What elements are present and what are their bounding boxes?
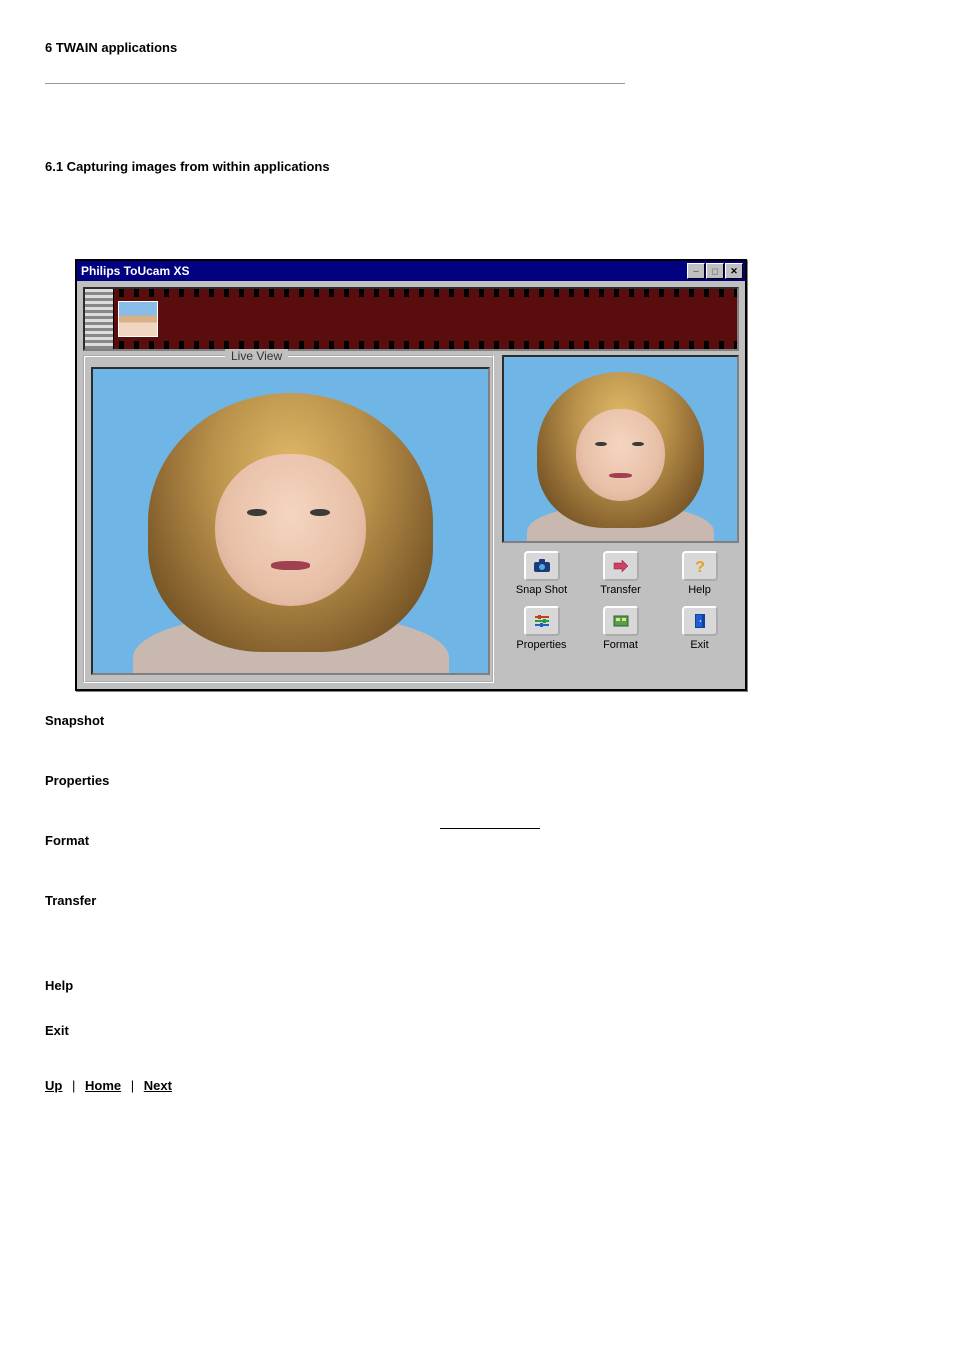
preview-image — [502, 355, 739, 543]
divider-mid — [440, 828, 540, 829]
app-window: Philips ToUcam XS Live View — [75, 259, 747, 691]
help-icon: ? — [682, 551, 718, 581]
page-title: 6 TWAIN applications — [45, 40, 909, 55]
right-panel: Snap Shot Transfer ? Help — [502, 355, 739, 683]
window-body: Live View — [77, 281, 745, 689]
sliders-icon — [524, 606, 560, 636]
divider-top — [45, 83, 625, 84]
section-exit: Exit — [45, 1023, 909, 1038]
button-grid: Snap Shot Transfer ? Help — [502, 549, 739, 653]
titlebar: Philips ToUcam XS — [77, 261, 745, 281]
transfer-label: Transfer — [600, 584, 641, 596]
help-button[interactable]: ? Help — [662, 551, 737, 596]
window-title: Philips ToUcam XS — [81, 264, 686, 278]
transfer-icon — [603, 551, 639, 581]
portrait-image — [93, 369, 488, 673]
filmstrip-thumbnail[interactable] — [118, 301, 158, 337]
filmstrip-track[interactable] — [114, 289, 737, 349]
portrait-thumb-image — [504, 357, 737, 541]
close-button[interactable] — [725, 263, 743, 279]
section-heading: 6.1 Capturing images from within applica… — [45, 159, 909, 174]
properties-label: Properties — [516, 639, 566, 651]
format-label: Format — [603, 639, 638, 651]
nav-home-link[interactable]: Home — [85, 1078, 121, 1093]
nav-sep: | — [131, 1078, 134, 1093]
exit-button[interactable]: Exit — [662, 606, 737, 651]
live-view — [91, 367, 490, 675]
section-transfer: Transfer — [45, 893, 909, 908]
live-view-label: Live View — [225, 349, 288, 363]
filmstrip-handle-icon — [85, 289, 114, 349]
help-label: Help — [688, 584, 711, 596]
minimize-button[interactable] — [687, 263, 705, 279]
format-icon — [603, 606, 639, 636]
section-properties: Properties — [45, 773, 909, 788]
live-view-panel: Live View — [83, 355, 494, 683]
door-icon — [682, 606, 718, 636]
snapshot-label: Snap Shot — [516, 584, 567, 596]
properties-button[interactable]: Properties — [504, 606, 579, 651]
section-help: Help — [45, 978, 909, 993]
section-format: Format — [45, 833, 909, 848]
snapshot-button[interactable]: Snap Shot — [504, 551, 579, 596]
section-snapshot: Snapshot — [45, 713, 909, 728]
nav-links: Up | Home | Next — [45, 1078, 909, 1093]
maximize-button[interactable] — [706, 263, 724, 279]
format-button[interactable]: Format — [583, 606, 658, 651]
svg-text:?: ? — [695, 559, 705, 575]
filmstrip — [83, 287, 739, 351]
transfer-button[interactable]: Transfer — [583, 551, 658, 596]
nav-sep: | — [72, 1078, 75, 1093]
nav-next-link[interactable]: Next — [144, 1078, 172, 1093]
exit-label: Exit — [690, 639, 708, 651]
nav-up-link[interactable]: Up — [45, 1078, 62, 1093]
camera-icon — [524, 551, 560, 581]
